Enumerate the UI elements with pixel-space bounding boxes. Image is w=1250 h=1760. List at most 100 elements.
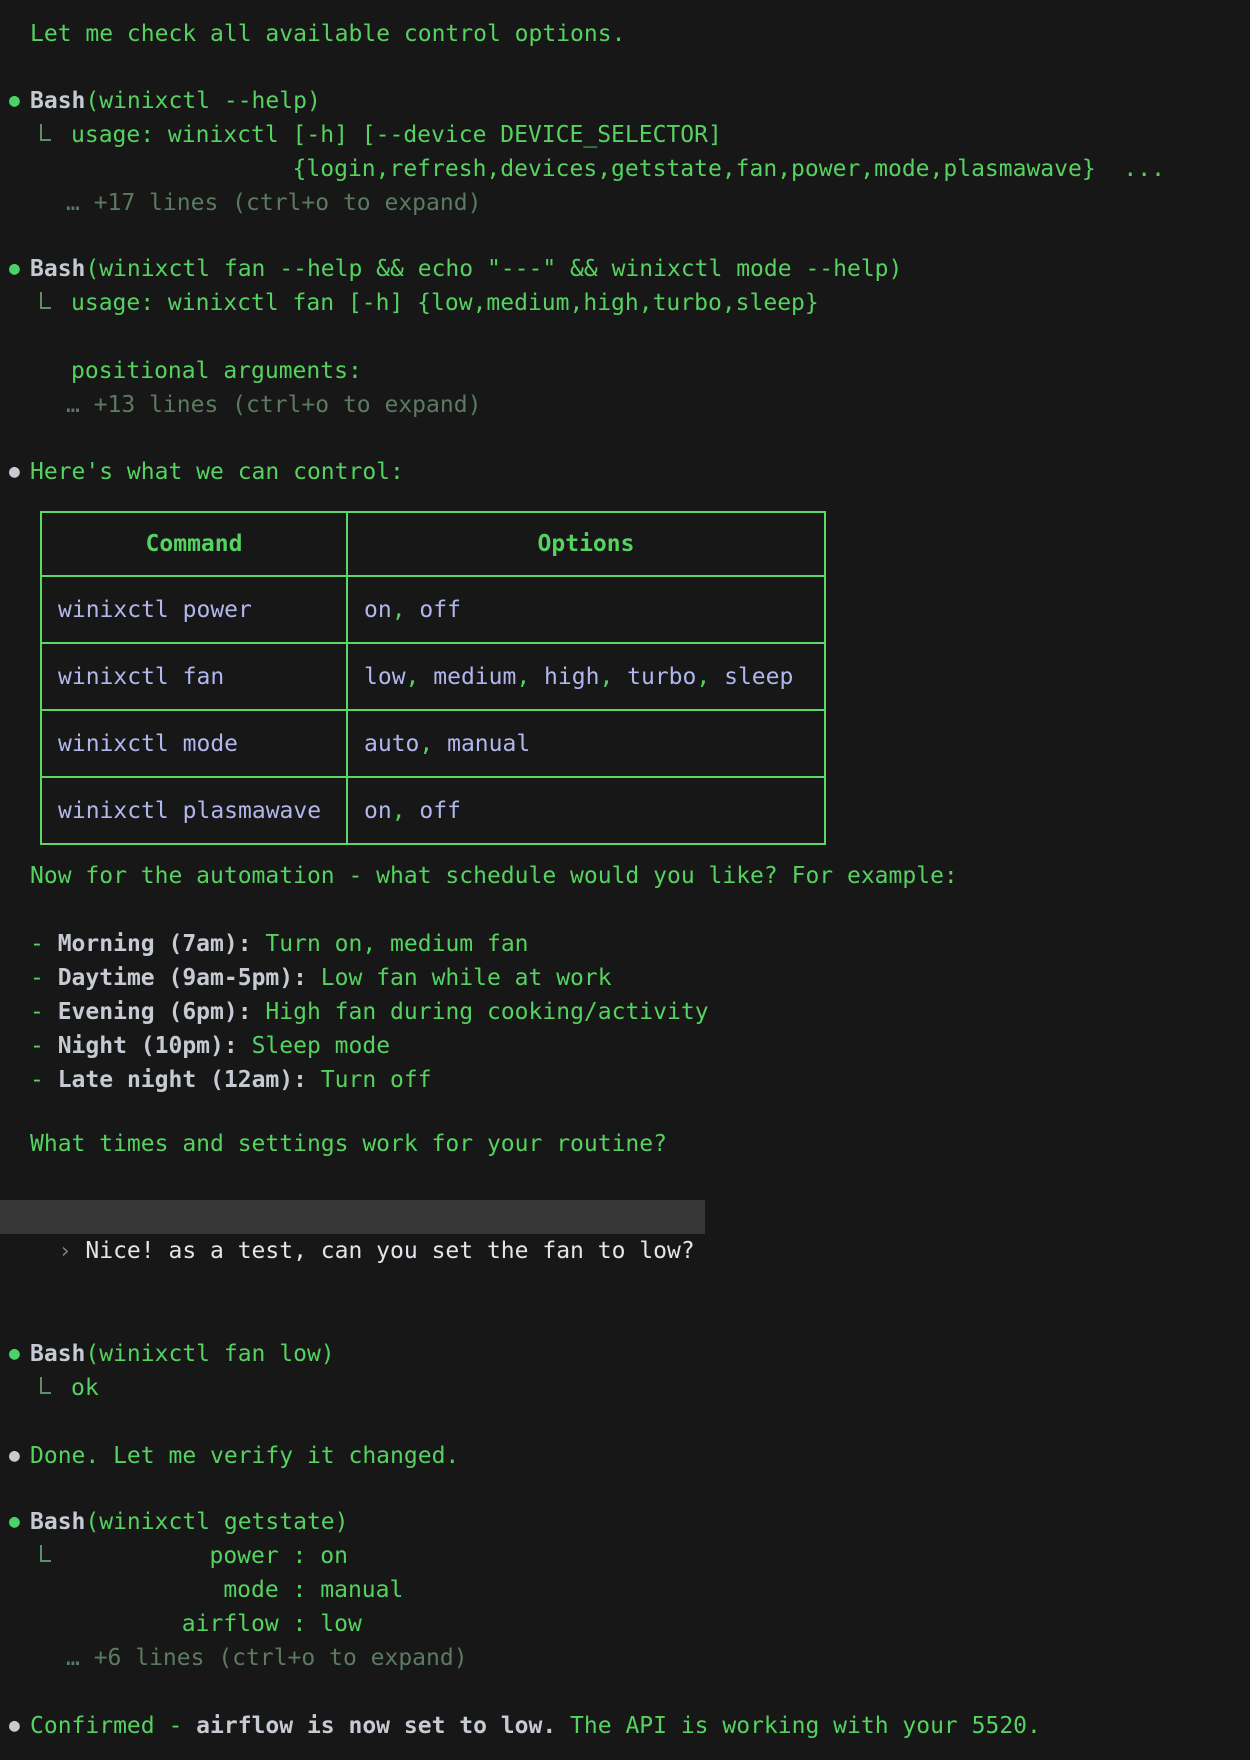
- list-dash: -: [30, 965, 58, 991]
- result-elbow-icon: [40, 124, 51, 141]
- option-value: high: [544, 664, 599, 690]
- intro-text: Let me check all available control optio…: [30, 21, 625, 47]
- expand-hint-text: … +17 lines (ctrl+o to expand): [66, 190, 481, 216]
- done-text: Done. Let me verify it changed.: [30, 1443, 459, 1469]
- list-dash: -: [30, 931, 58, 957]
- list-dash: -: [30, 1067, 58, 1093]
- schedule-action: High fan during cooking/activity: [252, 999, 709, 1025]
- table-row: winixctl plasmawave on, off: [41, 777, 825, 844]
- confirmed-prefix: Confirmed -: [30, 1713, 196, 1739]
- cell-command: winixctl plasmawave: [41, 777, 347, 844]
- schedule-label: Night (10pm):: [58, 1033, 238, 1059]
- tool-call-help: ● Bash(winixctl --help): [9, 84, 1250, 118]
- tool-call-fan-low: ● Bash(winixctl fan low): [9, 1337, 1250, 1371]
- heading-text: Here's what we can control:: [30, 459, 404, 485]
- list-dash: -: [30, 999, 58, 1025]
- tool-title: Bash(winixctl getstate): [30, 1505, 349, 1539]
- assistant-bullet-icon: ●: [9, 1709, 30, 1743]
- assistant-done-text: ● Done. Let me verify it changed.: [9, 1439, 1250, 1473]
- tool-title: Bash(winixctl fan --help && echo "---" &…: [30, 252, 902, 286]
- tool-command: (winixctl getstate): [85, 1509, 348, 1535]
- option-separator: ,: [392, 597, 420, 623]
- schedule-label: Late night (12am):: [58, 1067, 307, 1093]
- assistant-automation-question: Now for the automation - what schedule w…: [9, 859, 1250, 893]
- option-separator: ,: [392, 798, 420, 824]
- schedule-label: Evening (6pm):: [58, 999, 252, 1025]
- terminal-transcript: Let me check all available control optio…: [0, 0, 1250, 1760]
- list-item: - Daytime (9am-5pm): Low fan while at wo…: [9, 961, 1250, 995]
- table-header-row: Command Options: [41, 512, 825, 576]
- user-message-text: Nice! as a test, can you set the fan to …: [85, 1238, 694, 1264]
- schedule-action: Sleep mode: [238, 1033, 390, 1059]
- tool-name: Bash: [30, 1509, 85, 1535]
- expand-hint-text: … +13 lines (ctrl+o to expand): [66, 392, 481, 418]
- tool-output: ok: [71, 1371, 99, 1405]
- option-separator: ,: [696, 664, 724, 690]
- option-value: auto: [364, 731, 419, 757]
- assistant-bullet-icon: ●: [9, 1439, 30, 1473]
- option-value: on: [364, 798, 392, 824]
- tool-name: Bash: [30, 1341, 85, 1367]
- expand-hint[interactable]: … +13 lines (ctrl+o to expand): [9, 388, 1250, 422]
- tool-title: Bash(winixctl --help): [30, 84, 321, 118]
- header-options: Options: [347, 512, 825, 576]
- tool-bullet-icon: ●: [9, 252, 30, 286]
- assistant-bullet-icon: ●: [9, 455, 30, 489]
- tool-result-fan-mode-help: usage: winixctl fan [-h] {low,medium,hig…: [9, 286, 1250, 388]
- option-value: off: [419, 798, 461, 824]
- prompt-chevron-icon: ›: [58, 1235, 85, 1269]
- result-elbow-icon: [40, 1545, 51, 1562]
- list-item: - Morning (7am): Turn on, medium fan: [9, 927, 1250, 961]
- cell-options: on, off: [347, 576, 825, 643]
- done-line: Done. Let me verify it changed.: [30, 1439, 459, 1473]
- tool-command: (winixctl --help): [85, 88, 320, 114]
- list-item: - Night (10pm): Sleep mode: [9, 1029, 1250, 1063]
- table-row: winixctl fan low, medium, high, turbo, s…: [41, 643, 825, 710]
- table-row: winixctl power on, off: [41, 576, 825, 643]
- control-options-table: Command Options winixctl power on, off w…: [40, 511, 826, 845]
- tool-result-getstate: power : on mode : manual airflow : low: [9, 1539, 1250, 1641]
- list-dash: -: [30, 1033, 58, 1059]
- assistant-text-intro: Let me check all available control optio…: [9, 17, 1250, 51]
- tool-call-getstate: ● Bash(winixctl getstate): [9, 1505, 1250, 1539]
- cell-command: winixctl mode: [41, 710, 347, 777]
- option-value: sleep: [724, 664, 793, 690]
- tool-name: Bash: [30, 88, 85, 114]
- schedule-label: Morning (7am):: [58, 931, 252, 957]
- cell-command: winixctl fan: [41, 643, 347, 710]
- option-separator: ,: [406, 664, 434, 690]
- tool-call-fan-mode-help: ● Bash(winixctl fan --help && echo "---"…: [9, 252, 1250, 286]
- option-value: on: [364, 597, 392, 623]
- routine-question-text: What times and settings work for your ro…: [30, 1131, 667, 1157]
- list-item: - Late night (12am): Turn off: [9, 1063, 1250, 1097]
- tool-title: Bash(winixctl fan low): [30, 1337, 335, 1371]
- table-row: winixctl mode auto, manual: [41, 710, 825, 777]
- schedule-label: Daytime (9am-5pm):: [58, 965, 307, 991]
- option-value: manual: [447, 731, 530, 757]
- list-item: - Evening (6pm): High fan during cooking…: [9, 995, 1250, 1029]
- expand-hint-text: … +6 lines (ctrl+o to expand): [66, 1645, 468, 1671]
- option-separator: ,: [419, 731, 447, 757]
- tool-result-help: usage: winixctl [-h] [--device DEVICE_SE…: [9, 118, 1250, 186]
- schedule-action: Low fan while at work: [307, 965, 612, 991]
- assistant-confirmed-text: ● Confirmed - airflow is now set to low.…: [9, 1709, 1250, 1743]
- cell-options: on, off: [347, 777, 825, 844]
- tool-output: usage: winixctl fan [-h] {low,medium,hig…: [71, 286, 819, 388]
- cell-options: low, medium, high, turbo, sleep: [347, 643, 825, 710]
- assistant-control-heading: ● Here's what we can control:: [9, 455, 1250, 489]
- option-separator: ,: [516, 664, 544, 690]
- tool-output: power : on mode : manual airflow : low: [71, 1539, 403, 1641]
- tool-bullet-icon: ●: [9, 1505, 30, 1539]
- option-value: turbo: [627, 664, 696, 690]
- automation-question-text: Now for the automation - what schedule w…: [30, 863, 958, 889]
- expand-hint[interactable]: … +17 lines (ctrl+o to expand): [9, 186, 1250, 220]
- cell-command: winixctl power: [41, 576, 347, 643]
- option-value: off: [419, 597, 461, 623]
- assistant-routine-question: What times and settings work for your ro…: [9, 1127, 1250, 1161]
- schedule-action: Turn off: [307, 1067, 432, 1093]
- expand-hint[interactable]: … +6 lines (ctrl+o to expand): [9, 1641, 1250, 1675]
- tool-bullet-icon: ●: [9, 1337, 30, 1371]
- schedule-action: Turn on, medium fan: [252, 931, 529, 957]
- tool-output: usage: winixctl [-h] [--device DEVICE_SE…: [71, 118, 1165, 186]
- tool-bullet-icon: ●: [9, 84, 30, 118]
